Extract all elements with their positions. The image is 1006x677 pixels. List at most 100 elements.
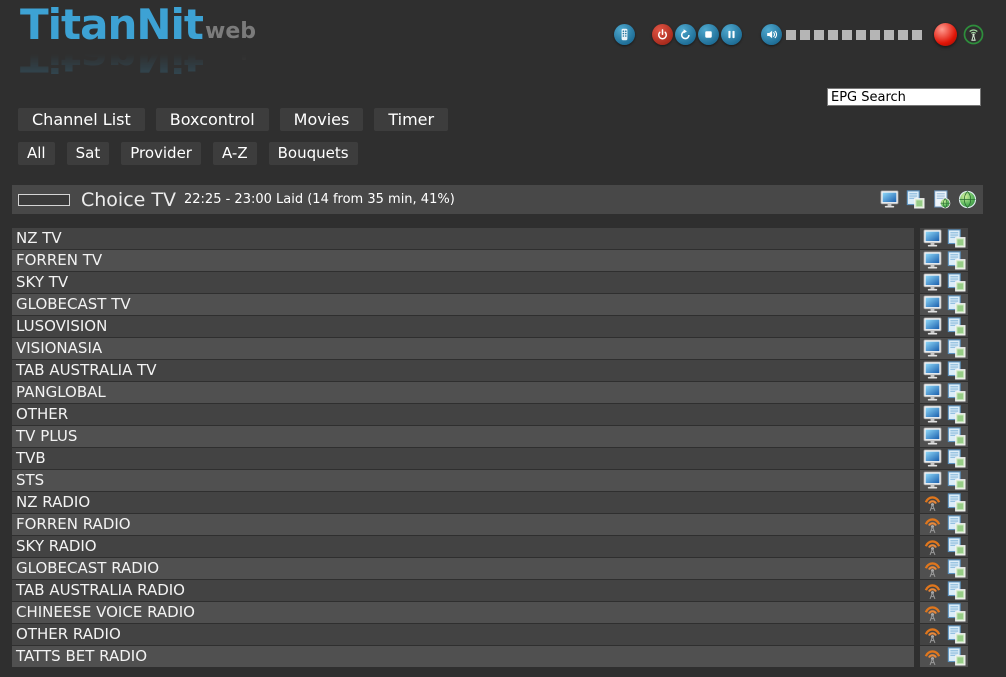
channel-row-actions [920,536,968,557]
tv-zap-icon[interactable] [880,190,899,209]
channel-name[interactable]: FORREN TV [12,250,914,271]
tv-zap-icon[interactable] [923,229,942,248]
remote-icon[interactable] [614,24,635,45]
stream-icon[interactable] [947,537,966,556]
volume-segment[interactable] [800,30,810,40]
channel-name[interactable]: NZ TV [12,228,914,249]
channel-name[interactable]: OTHER RADIO [12,624,914,645]
volume-segment[interactable] [814,30,824,40]
channel-name[interactable]: LUSOVISION [12,316,914,337]
volume-segment[interactable] [912,30,922,40]
power-icon[interactable] [652,24,673,45]
radio-zap-icon[interactable] [923,537,942,556]
channel-name[interactable]: PANGLOBAL [12,382,914,403]
stream-icon[interactable] [947,361,966,380]
radio-zap-icon[interactable] [923,581,942,600]
channel-name[interactable]: TV PLUS [12,426,914,447]
stream-icon[interactable] [947,515,966,534]
stream-icon[interactable] [947,405,966,424]
stream-icon[interactable] [947,471,966,490]
tv-zap-icon[interactable] [923,339,942,358]
channel-name[interactable]: NZ RADIO [12,492,914,513]
channel-row-actions [920,448,968,469]
volume-segment[interactable] [856,30,866,40]
stream-icon[interactable] [947,493,966,512]
stream-icon[interactable] [947,559,966,578]
stream-icon[interactable] [906,190,925,209]
tv-zap-icon[interactable] [923,427,942,446]
radio-zap-icon[interactable] [923,559,942,578]
channel-name[interactable]: TATTS BET RADIO [12,646,914,667]
record-indicator[interactable] [934,23,957,46]
signal-icon[interactable] [963,24,984,45]
tab-movies[interactable]: Movies [280,108,364,131]
volume-segment[interactable] [828,30,838,40]
reboot-icon[interactable] [675,24,696,45]
stream-icon[interactable] [947,427,966,446]
channel-name[interactable]: FORREN RADIO [12,514,914,535]
stream-icon[interactable] [947,383,966,402]
channel-row: CHINEESE VOICE RADIO [12,602,968,623]
stream-icon[interactable] [947,317,966,336]
stream-icon[interactable] [947,273,966,292]
channel-name[interactable]: TAB AUSTRALIA RADIO [12,580,914,601]
stream-icon[interactable] [947,625,966,644]
radio-zap-icon[interactable] [923,493,942,512]
tab-boxcontrol[interactable]: Boxcontrol [156,108,269,131]
tv-zap-icon[interactable] [923,251,942,270]
tv-zap-icon[interactable] [923,317,942,336]
tv-zap-icon[interactable] [923,273,942,292]
tv-zap-icon[interactable] [923,405,942,424]
speaker-icon[interactable] [761,24,782,45]
filter-all[interactable]: All [18,142,55,165]
volume-segment[interactable] [786,30,796,40]
channel-name[interactable]: VISIONASIA [12,338,914,359]
stream-icon[interactable] [947,229,966,248]
stream-icon[interactable] [947,295,966,314]
channel-name[interactable]: SKY RADIO [12,536,914,557]
filter-bouquets[interactable]: Bouquets [269,142,358,165]
stream-icon[interactable] [947,449,966,468]
channel-name[interactable]: STS [12,470,914,491]
epg-search-input[interactable] [827,88,981,106]
top-control-bar [614,23,984,46]
filter-provider[interactable]: Provider [121,142,201,165]
radio-zap-icon[interactable] [923,647,942,666]
epg-icon[interactable] [932,190,951,209]
volume-segment[interactable] [842,30,852,40]
volume-segment[interactable] [884,30,894,40]
channel-name[interactable]: TVB [12,448,914,469]
volume-bar [786,30,922,40]
radio-zap-icon[interactable] [923,603,942,622]
volume-segment[interactable] [870,30,880,40]
filter-az[interactable]: A-Z [213,142,257,165]
channel-name[interactable]: SKY TV [12,272,914,293]
channel-name[interactable]: CHINEESE VOICE RADIO [12,602,914,623]
stream-icon[interactable] [947,603,966,622]
tab-channel-list[interactable]: Channel List [18,108,145,131]
channel-name[interactable]: OTHER [12,404,914,425]
stream-icon[interactable] [947,251,966,270]
tab-timer[interactable]: Timer [374,108,448,131]
tv-zap-icon[interactable] [923,383,942,402]
radio-zap-icon[interactable] [923,515,942,534]
web-icon[interactable] [958,190,977,209]
channel-name[interactable]: TAB AUSTRALIA TV [12,360,914,381]
app-logo: TitanNit web TitanNit web [20,4,256,77]
radio-zap-icon[interactable] [923,625,942,644]
stop-icon[interactable] [698,24,719,45]
channel-name[interactable]: GLOBECAST RADIO [12,558,914,579]
pause-icon[interactable] [721,24,742,45]
stream-icon[interactable] [947,581,966,600]
tv-zap-icon[interactable] [923,449,942,468]
channel-row-actions [920,338,968,359]
tv-zap-icon[interactable] [923,471,942,490]
channel-name[interactable]: GLOBECAST TV [12,294,914,315]
tv-zap-icon[interactable] [923,361,942,380]
stream-icon[interactable] [947,339,966,358]
filter-sat[interactable]: Sat [67,142,110,165]
volume-segment[interactable] [898,30,908,40]
stream-icon[interactable] [947,647,966,666]
current-epg-text: 22:25 - 23:00 Laid (14 from 35 min, 41%) [184,192,455,207]
tv-zap-icon[interactable] [923,295,942,314]
